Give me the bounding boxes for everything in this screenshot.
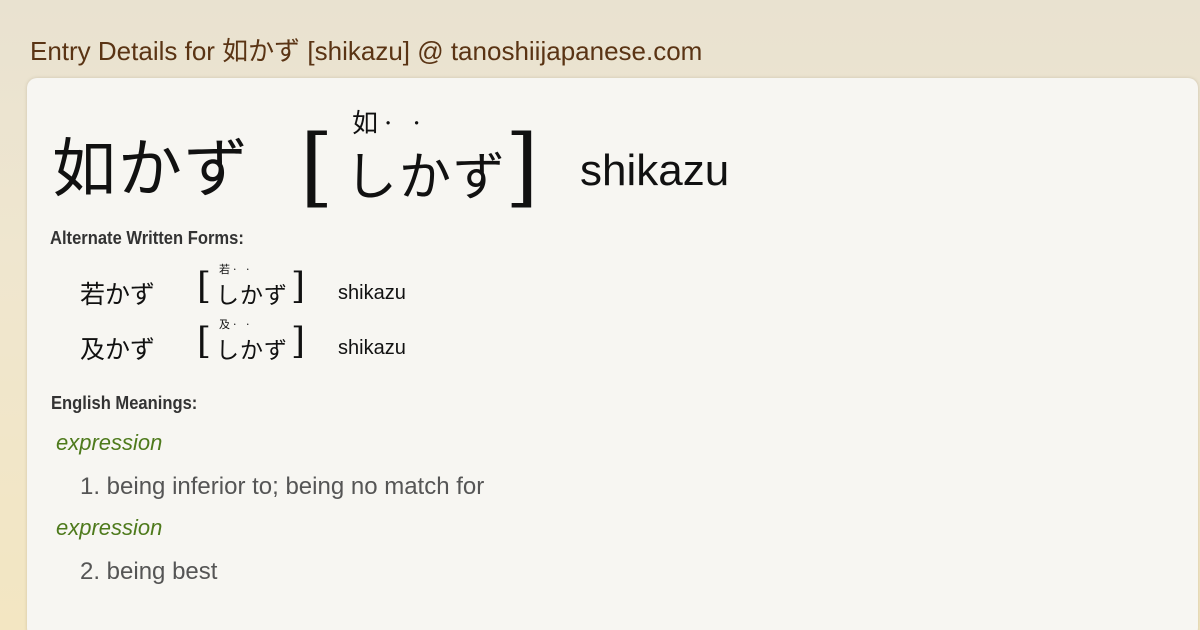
part-of-speech: expression: [56, 515, 163, 540]
meaning-gloss: 1. being inferior to; being no match for: [80, 473, 485, 500]
entry-reading: しかず: [345, 148, 508, 208]
alternate-forms-label: Alternate Written Forms:: [50, 228, 244, 248]
alternate-form-kanji: 及かず: [80, 335, 156, 364]
alternate-open-bracket: [: [197, 266, 212, 307]
meanings-label: English Meanings:: [51, 393, 198, 413]
alternate-form-reading: しかず: [216, 338, 288, 364]
alternate-form-kanji: 若かず: [80, 280, 156, 309]
part-of-speech: expression: [56, 430, 163, 455]
alternate-close-bracket: ]: [291, 321, 306, 362]
page-title: Entry Details for 如かず [shikazu] @ tanosh…: [30, 36, 703, 66]
entry-kanji: 如かず: [52, 133, 250, 207]
alternate-form-romaji: shikazu: [338, 282, 406, 304]
reading-open-bracket: [: [300, 117, 334, 217]
alternate-form-reading: しかず: [216, 283, 288, 309]
alternate-open-bracket: [: [197, 321, 212, 362]
alternate-close-bracket: ]: [291, 266, 306, 307]
alternate-form-furigana: 若· ·: [219, 263, 253, 276]
reading-close-bracket: ]: [505, 117, 539, 217]
meaning-gloss: 2. being best: [80, 558, 218, 585]
alternate-form-romaji: shikazu: [338, 337, 406, 359]
alternate-form-furigana: 及· ·: [219, 318, 253, 331]
entry-romaji: shikazu: [580, 146, 730, 195]
